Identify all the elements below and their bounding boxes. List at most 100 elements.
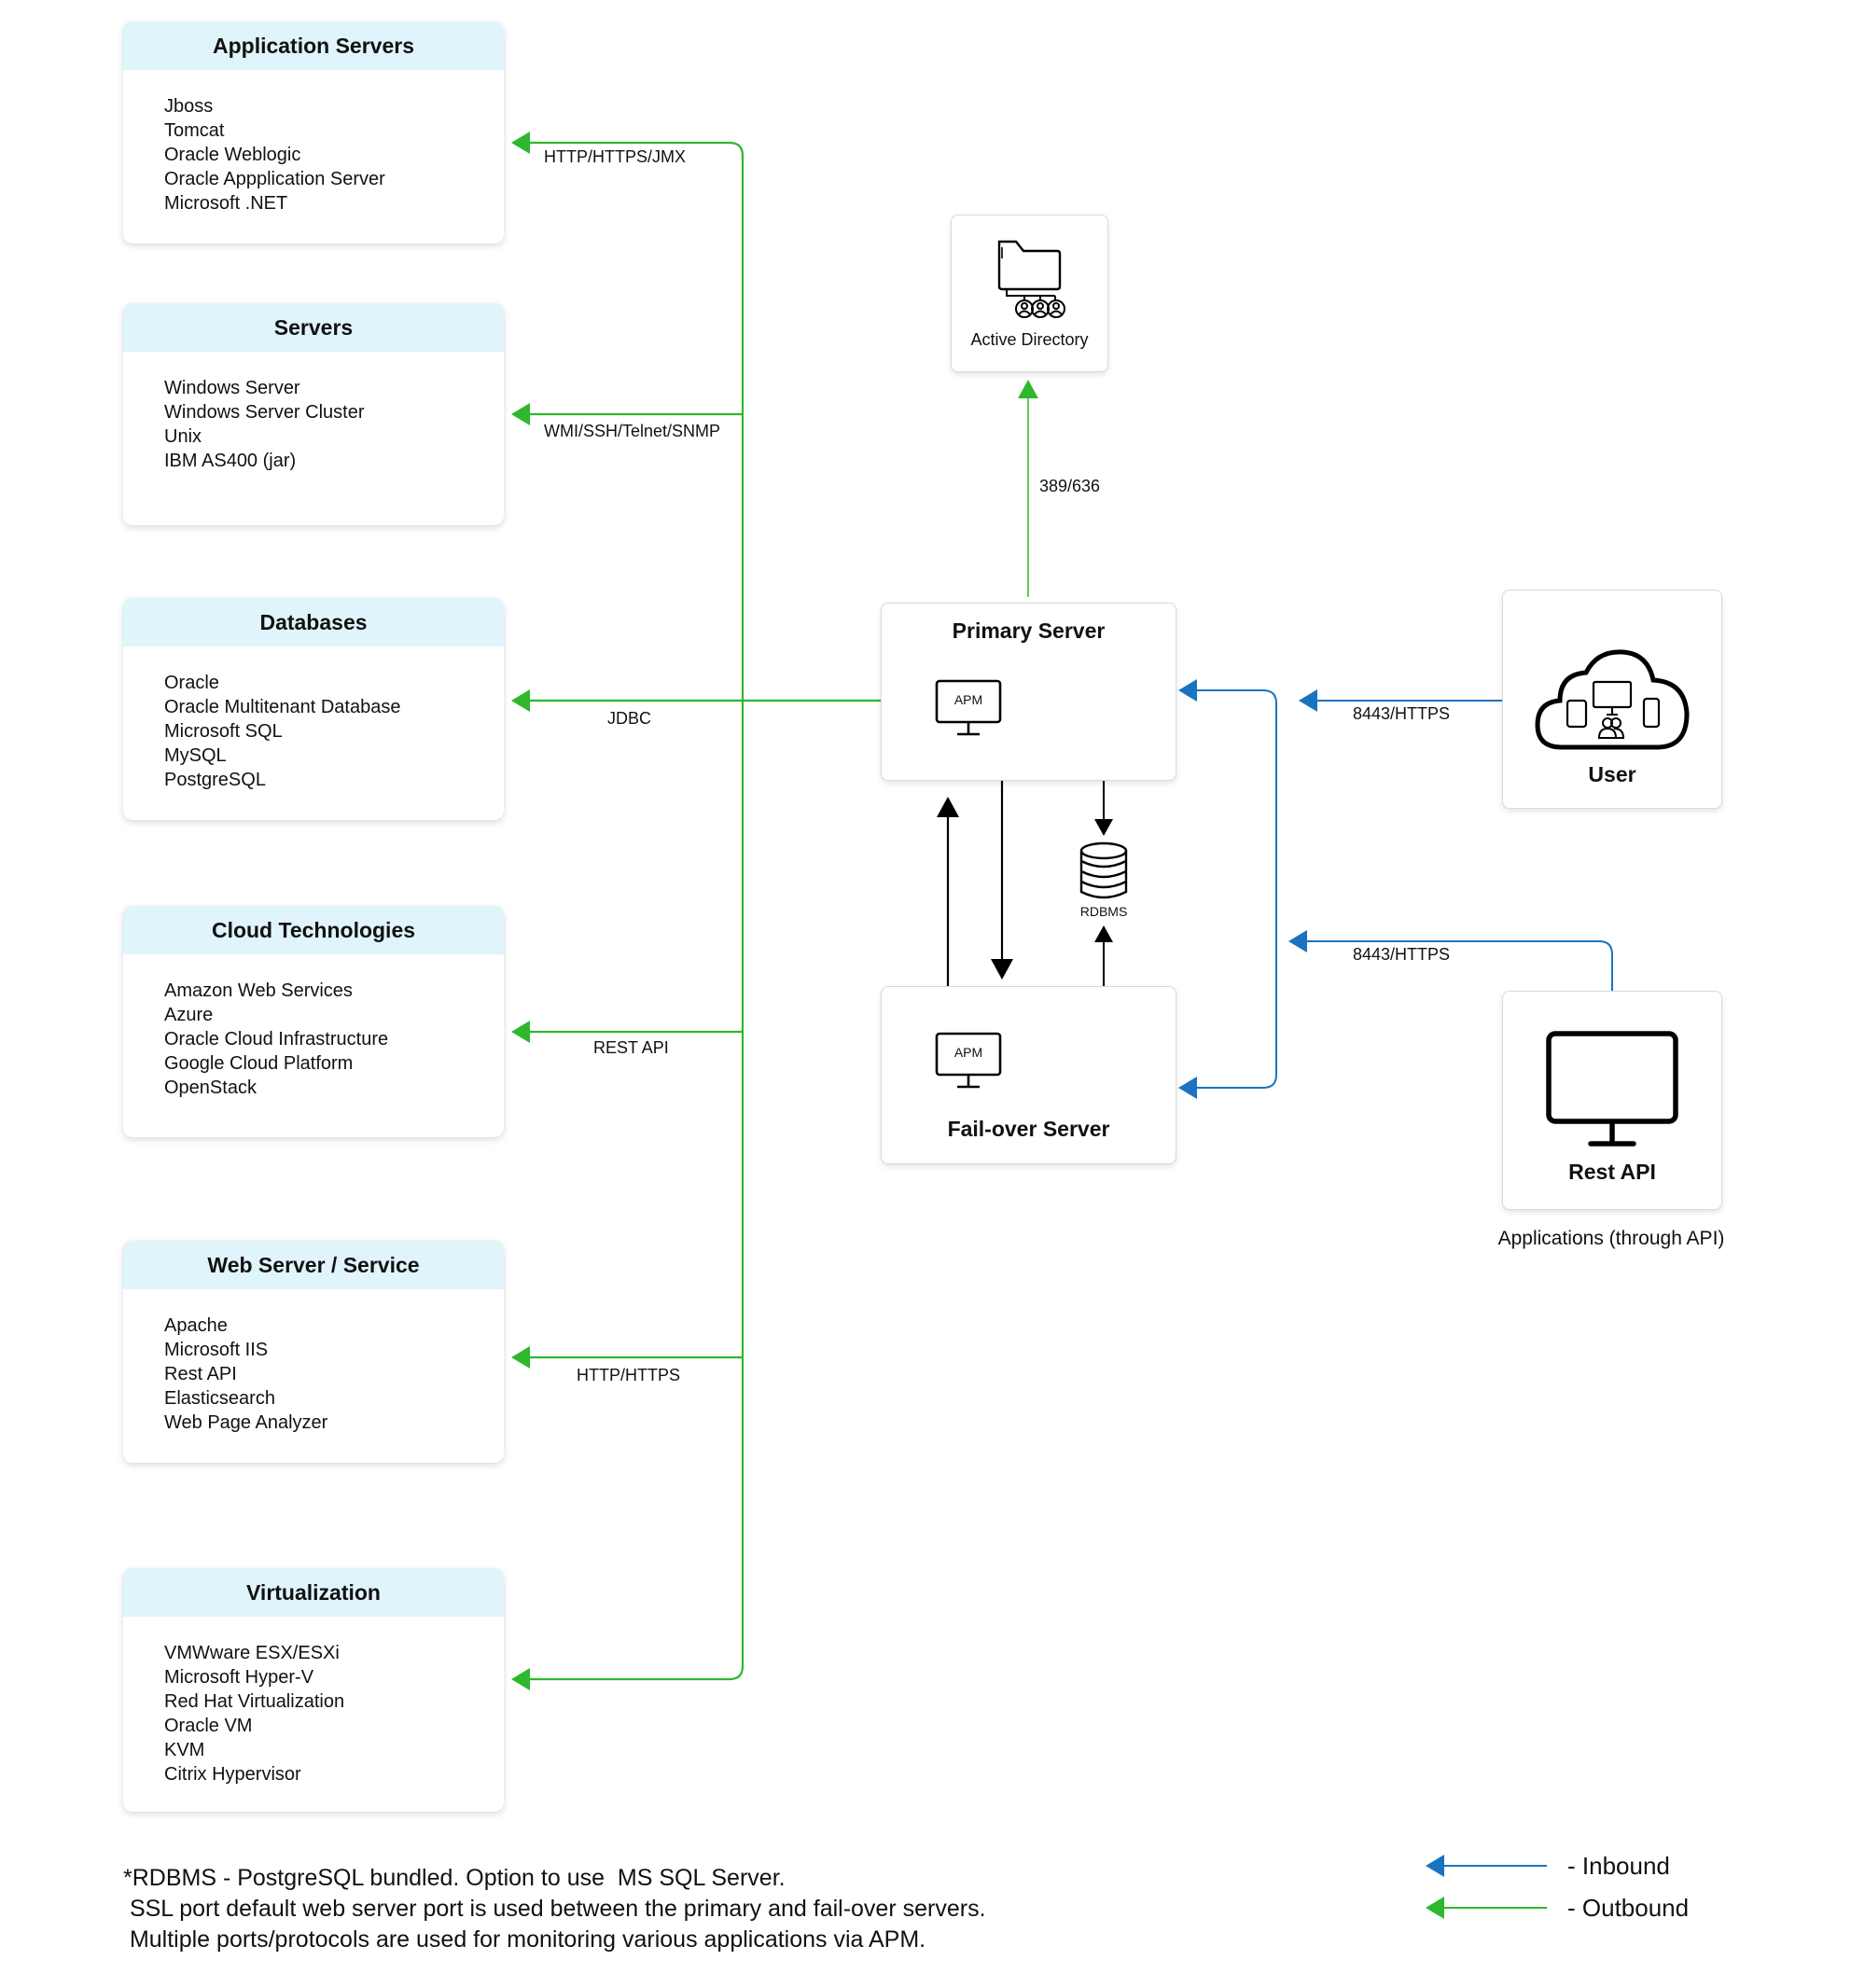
rest-api-card: Rest API [1502, 991, 1722, 1210]
footnote-line: *RDBMS - PostgreSQL bundled. Option to u… [123, 1865, 786, 1891]
active-directory-card: Active Directory [951, 215, 1108, 372]
list-item: Web Page Analyzer [164, 1412, 328, 1433]
list-item: Rest API [164, 1364, 237, 1384]
list-item: PostgreSQL [164, 770, 266, 790]
arrowhead-inbound-user [1299, 689, 1317, 712]
footnote-line: Multiple ports/protocols are used for mo… [123, 1926, 926, 1953]
folder-users-icon [997, 240, 1065, 318]
footnotes: *RDBMS - PostgreSQL bundled. Option to u… [123, 1863, 986, 1955]
list-item: Microsoft Hyper-V [164, 1667, 314, 1688]
list-item: Google Cloud Platform [164, 1053, 354, 1074]
category-web-server-service: Web Server / Service Apache Microsoft II… [123, 1241, 504, 1463]
category-items: Oracle Oracle Multitenant Database Micro… [123, 646, 504, 792]
list-item: Citrix Hypervisor [164, 1764, 301, 1785]
category-databases: Databases Oracle Oracle Multitenant Data… [123, 598, 504, 820]
protocol-label-web: HTTP/HTTPS [577, 1366, 680, 1384]
list-item: Oracle Weblogic [164, 145, 301, 165]
arrowhead-inbound-failover [1178, 1077, 1197, 1099]
category-servers: Servers Windows Server Windows Server Cl… [123, 303, 504, 525]
list-item: KVM [164, 1740, 205, 1760]
category-title: Web Server / Service [123, 1241, 504, 1289]
category-items: Windows Server Windows Server Cluster Un… [123, 352, 504, 473]
protocol-label-user: 8443/HTTPS [1353, 704, 1451, 723]
rdbms-node: RDBMS [1073, 841, 1134, 925]
category-title: Databases [123, 598, 504, 646]
apm-monitor-icon: APM [935, 679, 1002, 741]
list-item: Azure [164, 1005, 214, 1025]
user-label: User [1588, 762, 1636, 786]
legend-outbound-label: - Outbound [1567, 1894, 1690, 1922]
list-item: Oracle Multitenant Database [164, 697, 401, 717]
database-icon [1079, 841, 1128, 899]
arrowhead-virtualization [511, 1668, 530, 1690]
arrowhead-app-servers [511, 132, 530, 154]
arrowhead-inbound-primary [1178, 679, 1197, 702]
arrowhead-active-directory [1018, 380, 1038, 398]
category-items: Amazon Web Services Azure Oracle Cloud I… [123, 954, 504, 1100]
list-item: Amazon Web Services [164, 980, 353, 1001]
apm-monitor-icon: APM [935, 1032, 1002, 1093]
arrowhead-rdbms-top [1094, 819, 1113, 836]
list-item: Elasticsearch [164, 1388, 275, 1409]
list-item: Microsoft .NET [164, 193, 288, 214]
arrowhead-servers [511, 403, 530, 425]
legend-inbound-label: - Inbound [1567, 1852, 1670, 1880]
category-title: Virtualization [123, 1568, 504, 1617]
protocol-label-rest-api: 8443/HTTPS [1353, 945, 1451, 964]
inbound-bracket-line [1197, 689, 1277, 1089]
list-item: VMWware ESX/ESXi [164, 1643, 340, 1663]
apm-label: APM [953, 1045, 983, 1060]
list-item: Microsoft IIS [164, 1340, 269, 1360]
protocol-label-app-servers: HTTP/HTTPS/JMX [544, 147, 686, 166]
category-title: Application Servers [123, 21, 504, 70]
primary-server-card: Primary Server APM [881, 603, 1176, 781]
outbound-trunk-line [528, 141, 745, 1681]
arrowhead-rdbms-bottom [1094, 925, 1113, 942]
protocol-label-databases: JDBC [607, 709, 652, 728]
category-items: Apache Microsoft IIS Rest API Elasticsea… [123, 1289, 504, 1435]
list-item: Oracle [164, 673, 219, 693]
protocol-label-cloud: REST API [593, 1038, 669, 1057]
category-items: Jboss Tomcat Oracle Weblogic Oracle Appp… [123, 70, 504, 215]
legend-inbound-arrowhead [1426, 1855, 1444, 1877]
list-item: Oracle VM [164, 1716, 253, 1736]
primary-server-title: Primary Server [952, 619, 1106, 643]
list-item: Apache [164, 1315, 228, 1336]
list-item: Windows Server Cluster [164, 402, 365, 423]
list-item: Oracle Appplication Server [164, 169, 385, 189]
list-item: Red Hat Virtualization [164, 1691, 345, 1712]
protocol-label-active-directory: 389/636 [1039, 477, 1101, 495]
rdbms-label: RDBMS [1079, 904, 1128, 919]
category-title: Servers [123, 303, 504, 352]
list-item: Microsoft SQL [164, 721, 283, 742]
monitor-icon [1546, 1031, 1678, 1147]
list-item: Jboss [164, 96, 214, 117]
list-item: Windows Server [164, 378, 300, 398]
list-item: OpenStack [164, 1077, 257, 1098]
cloud-devices-icon [1535, 649, 1690, 750]
arrowhead-cloud [511, 1021, 530, 1043]
arrowhead-web [511, 1346, 530, 1369]
list-item: Oracle Cloud Infrastructure [164, 1029, 389, 1050]
rest-api-label: Rest API [1568, 1160, 1656, 1184]
list-item: Tomcat [164, 120, 225, 141]
list-item: IBM AS400 (jar) [164, 451, 297, 471]
active-directory-label: Active Directory [970, 330, 1089, 349]
list-item: Unix [164, 426, 202, 447]
apm-label: APM [953, 692, 983, 707]
category-cloud-technologies: Cloud Technologies Amazon Web Services A… [123, 906, 504, 1137]
category-items: VMWware ESX/ESXi Microsoft Hyper-V Red H… [123, 1617, 504, 1786]
arrowhead-inbound-rest-api [1288, 930, 1307, 952]
arrowhead-databases [511, 689, 530, 712]
list-item: MySQL [164, 745, 227, 766]
legend-outbound-arrowhead [1426, 1897, 1444, 1919]
protocol-label-servers: WMI/SSH/Telnet/SNMP [544, 422, 721, 440]
arrowhead-up-primary [937, 797, 959, 817]
category-title: Cloud Technologies [123, 906, 504, 954]
failover-server-card: APM Fail-over Server [881, 986, 1176, 1164]
category-virtualization: Virtualization VMWware ESX/ESXi Microsof… [123, 1568, 504, 1812]
footnote-line: SSL port default web server port is used… [123, 1896, 986, 1922]
failover-server-title: Fail-over Server [947, 1117, 1110, 1141]
arrowhead-down-failover [991, 959, 1013, 980]
user-card: User [1502, 590, 1722, 809]
